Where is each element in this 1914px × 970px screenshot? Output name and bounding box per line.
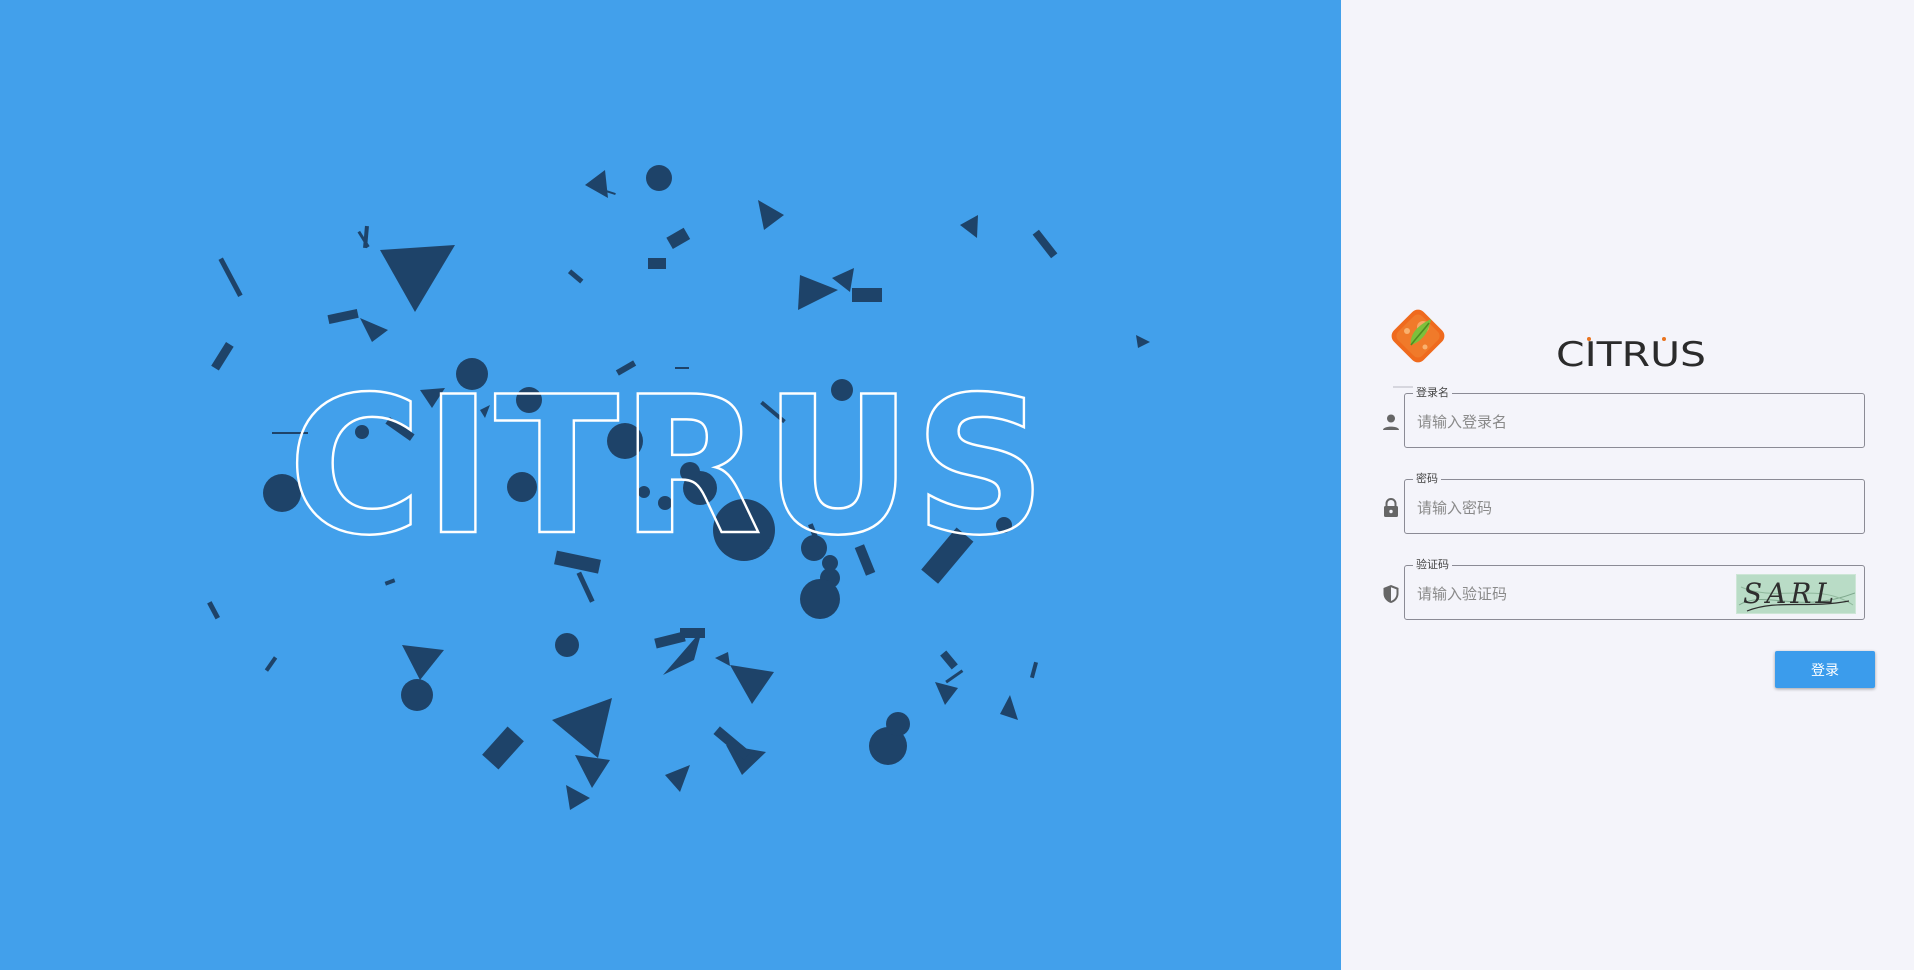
captcha-image[interactable]: SARL [1736, 574, 1856, 614]
hero-brand-text: CITRUS [288, 356, 1048, 577]
brand-wordmark: CITRUS [1553, 330, 1709, 374]
username-input[interactable] [1415, 406, 1719, 438]
captcha-input[interactable] [1415, 578, 1719, 610]
password-label: 密码 [1413, 472, 1441, 486]
captcha-row: 验证码 SARL [1379, 558, 1879, 623]
captcha-field[interactable]: 验证码 SARL [1404, 558, 1865, 620]
citrus-leaf-logo-icon [1387, 305, 1449, 367]
username-row: 登录名 [1379, 386, 1879, 451]
password-input[interactable] [1415, 492, 1719, 524]
shield-icon [1379, 582, 1403, 606]
person-icon [1379, 410, 1403, 434]
login-button[interactable]: 登录 [1775, 651, 1875, 688]
captcha-text: SARL [1743, 577, 1839, 610]
hero-panel: CITRUS [0, 0, 1341, 970]
decorative-shapes: CITRUS [207, 165, 1150, 810]
login-panel: CITRUS 登录名 密码 验证码 [1341, 0, 1914, 970]
lock-icon [1379, 496, 1403, 520]
username-label: 登录名 [1413, 386, 1452, 400]
password-row: 密码 [1379, 472, 1879, 537]
username-field[interactable]: 登录名 [1404, 386, 1865, 448]
password-field[interactable]: 密码 [1404, 472, 1865, 534]
captcha-label: 验证码 [1413, 558, 1452, 572]
brand-wordmark-text: CITRUS [1556, 335, 1706, 374]
